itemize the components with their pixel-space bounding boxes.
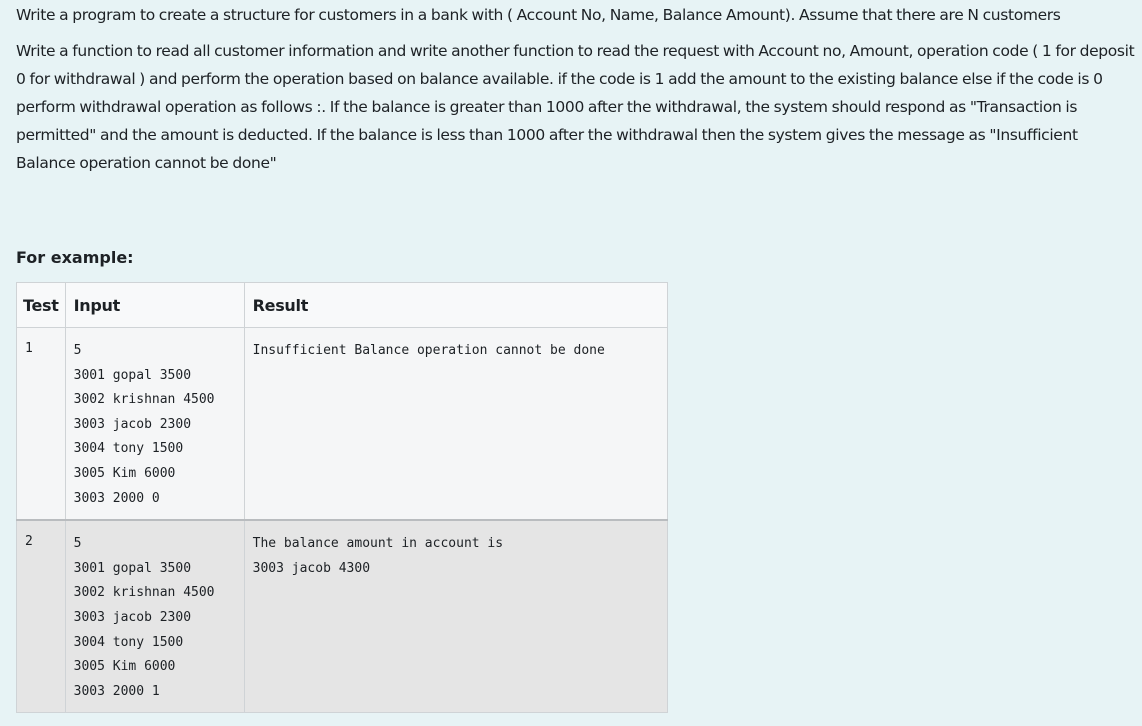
table-row: 2 5 3001 gopal 3500 3002 krishnan 4500 3… [16,519,669,714]
example-heading: For example: [16,248,134,267]
table-header-row: Test Input Result [16,282,669,328]
input-cell: 5 3001 gopal 3500 3002 krishnan 4500 300… [64,327,245,521]
column-header-test: Test [16,282,66,328]
question-text: Write a program to create a structure fo… [16,0,1136,177]
test-number-cell: 1 [16,327,66,521]
examples-table: Test Input Result 1 5 3001 gopal 3500 30… [16,282,669,714]
question-paragraph-2: Write a function to read all customer in… [16,42,1135,172]
result-cell: Insufficient Balance operation cannot be… [243,327,669,521]
test-number-cell: 2 [16,519,66,714]
test-input: 5 3001 gopal 3500 3002 krishnan 4500 300… [73,536,215,699]
result-cell: The balance amount in account is 3003 ja… [243,519,669,714]
test-result: Insufficient Balance operation cannot be… [252,343,605,358]
test-input: 5 3001 gopal 3500 3002 krishnan 4500 300… [73,343,215,506]
column-header-input: Input [64,282,245,328]
column-header-result: Result [243,282,669,328]
question-paragraph-1: Write a program to create a structure fo… [16,6,1061,24]
table-row: 1 5 3001 gopal 3500 3002 krishnan 4500 3… [16,327,669,521]
input-cell: 5 3001 gopal 3500 3002 krishnan 4500 300… [64,519,245,714]
test-result: The balance amount in account is 3003 ja… [252,536,504,576]
